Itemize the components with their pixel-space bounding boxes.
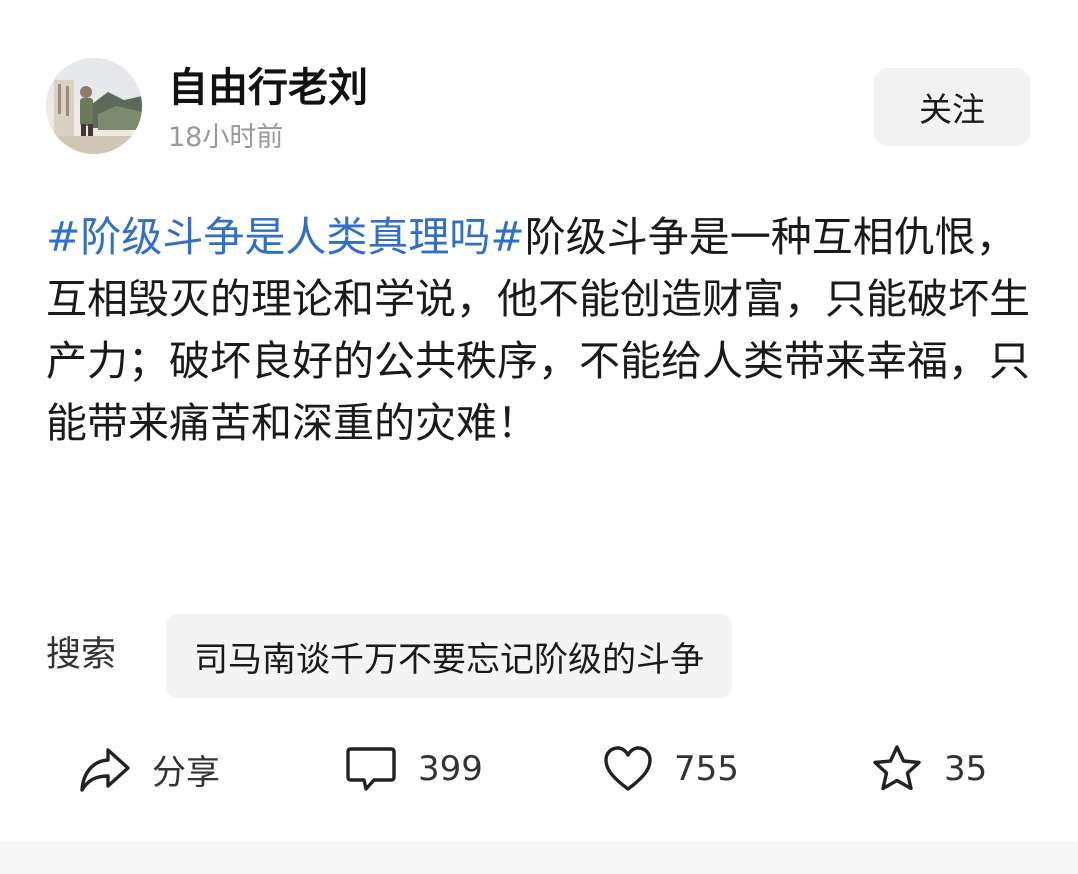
section-divider [0,842,1078,874]
post-timestamp: 18小时前 [168,122,284,153]
hashtag-link[interactable]: #阶级斗争是人类真理吗# [46,213,525,261]
share-arrow-icon [78,744,132,794]
share-button[interactable]: 分享 [78,740,220,798]
comment-button[interactable]: 399 [344,740,483,798]
search-suggestion-text: 司马南谈千万不要忘记阶级的斗争 [194,639,704,680]
star-icon [870,743,924,795]
avatar-photo-icon [46,58,142,154]
comment-count: 399 [418,749,483,789]
post-card: 自由行老刘 18小时前 关注 #阶级斗争是人类真理吗#阶级斗争是一种互相仇恨，互… [0,0,1078,842]
author-avatar[interactable] [46,58,142,154]
comment-bubble-icon [344,743,398,795]
post-content: #阶级斗争是人类真理吗#阶级斗争是一种互相仇恨，互相毁灭的理论和学说，他不能创造… [46,206,1036,454]
favorite-button[interactable]: 35 [870,740,987,798]
like-button[interactable]: 755 [602,740,739,798]
heart-icon [602,744,654,794]
share-label: 分享 [152,752,220,793]
search-label: 搜索 [46,635,117,675]
search-suggestion-chip[interactable]: 司马南谈千万不要忘记阶级的斗争 [166,614,732,698]
favorite-count: 35 [944,749,988,789]
follow-button[interactable]: 关注 [874,68,1030,146]
like-count: 755 [674,749,739,789]
author-name[interactable]: 自由行老刘 [168,62,368,114]
